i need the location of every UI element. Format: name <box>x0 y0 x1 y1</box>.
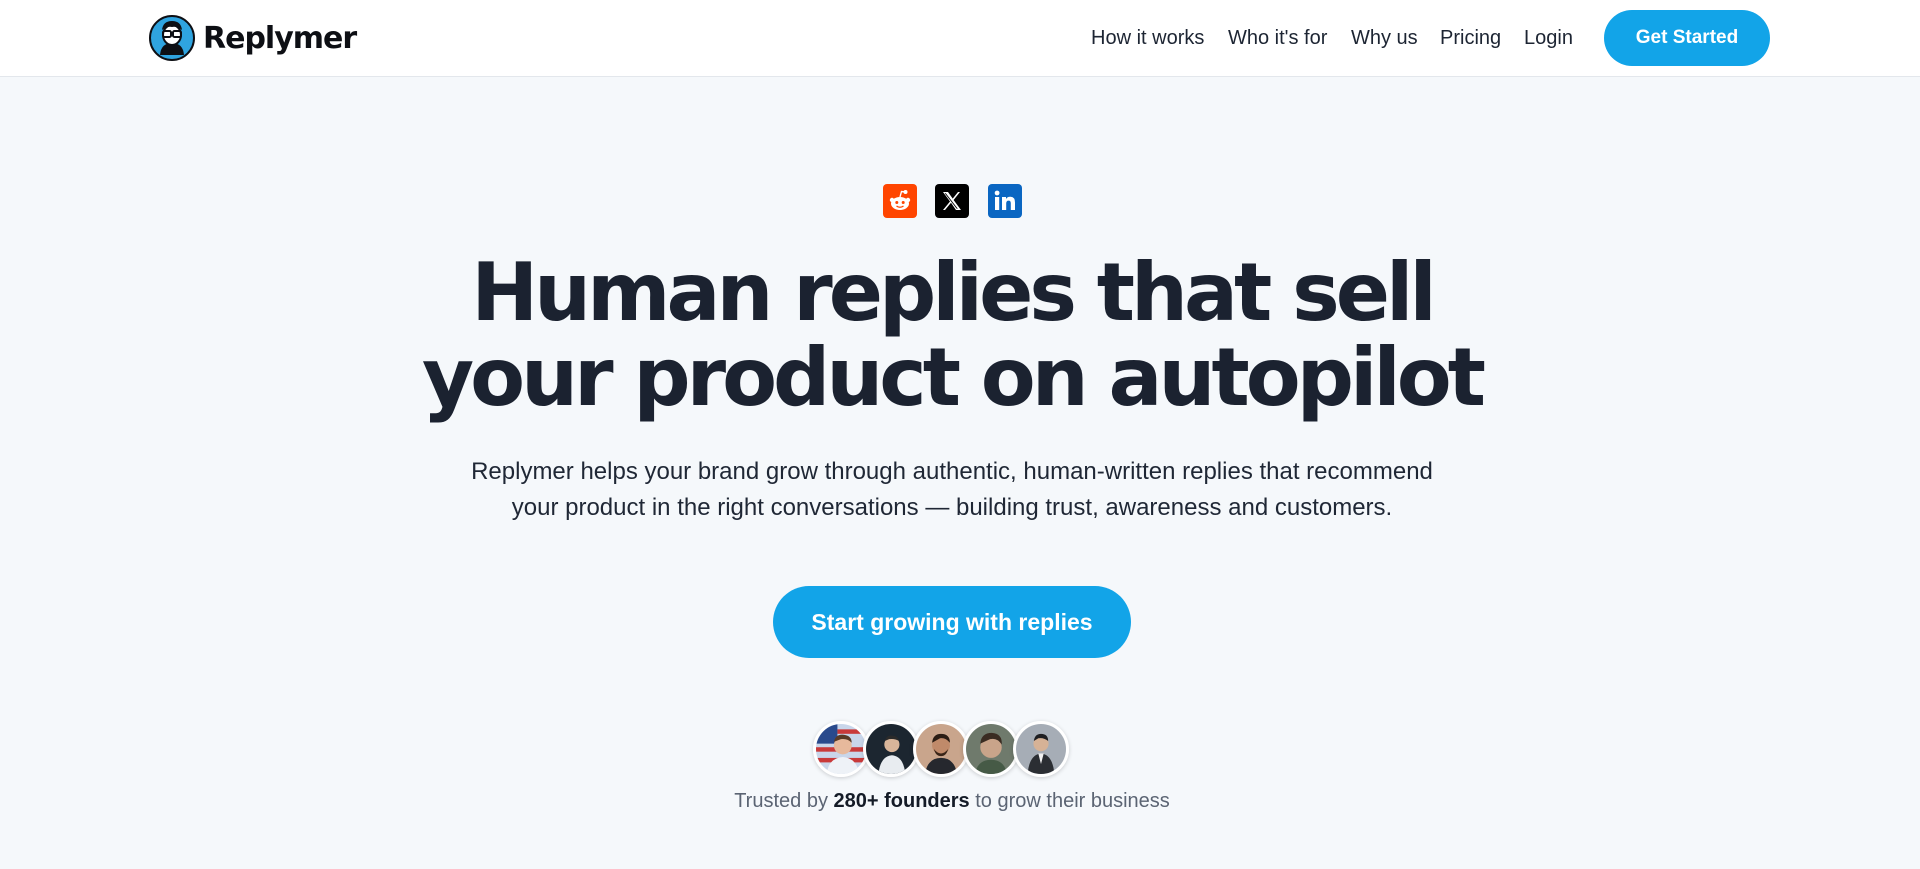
nav-why-us[interactable]: Why us <box>1351 24 1418 52</box>
get-started-button[interactable]: Get Started <box>1604 10 1770 66</box>
avatar <box>963 721 1019 777</box>
nav-how-it-works[interactable]: How it works <box>1091 24 1204 52</box>
subhead-line-2: your product in the right conversations … <box>511 494 1393 521</box>
start-growing-button[interactable]: Start growing with replies <box>773 586 1131 658</box>
trusted-count: 280+ founders <box>833 790 970 812</box>
top-navbar: Replymer How it works Who it's for Why u… <box>0 0 1920 77</box>
subhead-line-1: Replymer helps your brand grow through a… <box>471 458 1433 485</box>
avatar <box>1013 721 1069 777</box>
trusted-prefix: Trusted by <box>734 790 828 812</box>
x-icon <box>935 184 969 218</box>
reddit-icon <box>883 184 917 218</box>
avatar <box>863 721 919 777</box>
founder-avatars <box>813 721 1073 777</box>
hero-subheadline: Replymer helps your brand grow through a… <box>0 454 1904 526</box>
headline-line-1: Human replies that sell <box>471 246 1437 339</box>
nav-who-its-for[interactable]: Who it's for <box>1228 24 1327 52</box>
linkedin-icon <box>988 184 1022 218</box>
hero-headline: Human replies that sell your product on … <box>0 250 1904 420</box>
avatar <box>913 721 969 777</box>
trusted-by-text: Trusted by 280+ founders to grow their b… <box>0 787 1904 815</box>
brand-name: Replymer <box>203 20 357 56</box>
brand-logo-link[interactable]: Replymer <box>149 15 357 61</box>
nav-login[interactable]: Login <box>1524 24 1573 52</box>
logo-icon <box>149 15 195 61</box>
headline-line-2: your product on autopilot <box>422 331 1486 424</box>
avatar <box>813 721 869 777</box>
nav-pricing[interactable]: Pricing <box>1440 24 1501 52</box>
trusted-suffix: to grow their business <box>975 790 1170 812</box>
